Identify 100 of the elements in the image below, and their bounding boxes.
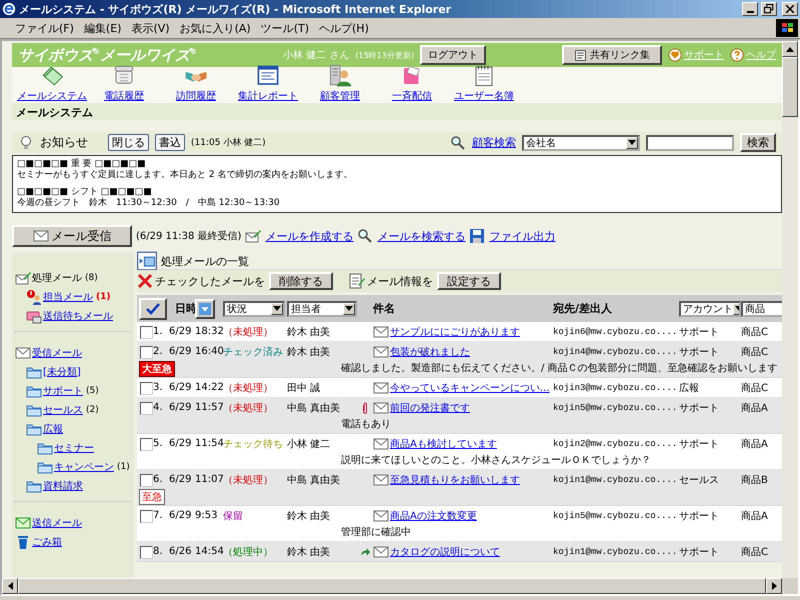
account-cell-text: サポート <box>679 326 720 340</box>
company-select[interactable]: 会社名 <box>522 134 640 150</box>
toolbar-label: チェックしたメールを <box>155 274 265 288</box>
assignee-cell-text: 中島 真由美 <box>287 402 342 416</box>
folder-link[interactable]: セールス <box>43 402 83 416</box>
subject-link[interactable]: 商品Aの注文数変更 <box>390 508 477 522</box>
address-cell-text: kojin2@mw.cybozu.co.... <box>553 438 678 450</box>
account-cell-text: サポート <box>679 546 720 560</box>
subject-link[interactable]: 至急見積もりをお願いします <box>390 472 520 486</box>
last-received: (6/29 11:38 最終受信) <box>136 230 242 243</box>
product-cell-text: 商品C <box>741 382 769 396</box>
address-cell-text: kojin1@mw.cybozu.co.... <box>553 546 678 558</box>
set-button[interactable]: 設定する <box>437 272 501 290</box>
menu-item[interactable]: ヘルプ(H) <box>314 20 374 36</box>
customer-search-link[interactable]: 顧客検索 <box>472 135 516 150</box>
folder-link[interactable]: サポート <box>43 384 83 398</box>
address-cell-text: kojin3@mw.cybozu.co.... <box>553 382 678 394</box>
row-checkbox[interactable] <box>140 382 153 395</box>
folder-link[interactable]: 資料請求 <box>43 478 83 492</box>
folder-link[interactable]: セミナー <box>54 440 94 454</box>
envelope-icon <box>32 228 48 244</box>
receive-mail-button[interactable]: メール受信 <box>12 225 132 247</box>
address-cell-text: kojin5@mw.cybozu.co.... <box>553 510 678 522</box>
restore-button[interactable] <box>761 2 777 16</box>
row-number: 3. <box>153 381 164 395</box>
scroll-right-button[interactable] <box>766 578 782 594</box>
scrollbar-thumb[interactable] <box>782 57 798 117</box>
report-icon <box>256 64 280 88</box>
folder-link[interactable]: [未分類] <box>43 364 81 378</box>
nav-link[interactable]: ユーザー名簿 <box>454 89 514 103</box>
priority-badge: 大至急 <box>139 361 175 377</box>
nav-link[interactable]: 訪問履歴 <box>176 89 216 103</box>
menu-item[interactable]: 表示(V) <box>126 20 175 36</box>
folder-link[interactable]: ごみ箱 <box>32 534 62 548</box>
nav-link[interactable]: メールシステム <box>17 89 87 103</box>
subject-link[interactable]: 商品Aも検討しています <box>390 436 497 450</box>
row-checkbox[interactable] <box>140 510 153 523</box>
product-filter[interactable]: 商品 <box>741 300 782 316</box>
folder-link[interactable]: キャンペーン <box>54 460 114 474</box>
subject-link[interactable]: 包装が破れました <box>390 344 470 358</box>
row-checkbox[interactable] <box>140 474 153 487</box>
minimize-button[interactable] <box>742 2 758 16</box>
mail-count: (2) <box>86 404 99 414</box>
logout-button[interactable]: ログアウト <box>420 45 486 65</box>
product-cell-text: 商品B <box>741 474 769 488</box>
folder-link[interactable]: 送信待ちメール <box>43 308 113 322</box>
shared-links-button[interactable]: 共有リンク集 <box>562 45 662 65</box>
trash-icon <box>15 534 31 550</box>
search-button[interactable]: 検索 <box>740 133 776 152</box>
menu-item[interactable]: ツール(T) <box>256 20 314 36</box>
compose-link[interactable]: メールを作成する <box>265 228 354 244</box>
folder-link[interactable]: 受信メール <box>32 346 82 360</box>
account-filter[interactable]: アカウント <box>679 300 741 316</box>
envelope-icon <box>373 344 389 360</box>
subject-link[interactable]: 今やっているキャンペーンについ... <box>390 380 550 394</box>
close-button[interactable] <box>782 2 798 16</box>
row-checkbox[interactable] <box>140 326 153 339</box>
vertical-scrollbar[interactable] <box>782 41 798 578</box>
subject-link[interactable]: サンプルににごりがあります <box>390 324 520 338</box>
scroll-left-button[interactable] <box>2 578 18 594</box>
time-cell-text: 11:07 <box>195 473 223 487</box>
folder-link[interactable]: 広報 <box>43 422 63 436</box>
row-number: 7. <box>153 509 164 523</box>
subject-link[interactable]: 前回の発注書です <box>390 400 470 414</box>
delete-button[interactable]: 削除する <box>269 272 333 290</box>
notice-text: セミナーがもうすぐ定員に達します。本日あと 2 名で締切の案内をお願いします。 <box>17 170 354 181</box>
close-notice-button[interactable]: 閉じる <box>108 134 149 151</box>
nav-link[interactable]: 顧客管理 <box>320 89 360 103</box>
nav-link[interactable]: 一斉配信 <box>392 89 432 103</box>
row-checkbox[interactable] <box>140 438 153 451</box>
subject-link[interactable]: カタログの説明について <box>390 544 500 558</box>
sort-button[interactable] <box>195 298 215 318</box>
envelopes-icon <box>40 64 64 88</box>
time-cell-text: 18:32 <box>195 325 223 339</box>
time-cell-text: 16:40 <box>195 345 223 359</box>
nav-link[interactable]: 電話履歴 <box>104 89 144 103</box>
folder-link[interactable]: 送信メール <box>32 516 82 530</box>
search-field[interactable] <box>646 134 734 150</box>
folder-link[interactable]: 担当メール <box>43 290 93 304</box>
product-cell-text: 商品C <box>741 326 769 340</box>
write-button[interactable]: 書込 <box>155 134 185 151</box>
user-name: 小林 健二 さん <box>283 48 350 62</box>
export-link[interactable]: ファイル出力 <box>489 228 556 244</box>
menu-item[interactable]: お気に入り(A) <box>174 20 256 36</box>
check-all-button[interactable] <box>139 298 167 320</box>
nav-link[interactable]: 集計レポート <box>238 89 298 103</box>
row-checkbox[interactable] <box>140 346 153 359</box>
scroll-up-button[interactable] <box>782 41 798 57</box>
row-checkbox[interactable] <box>140 546 153 559</box>
row-number: 6. <box>153 473 164 487</box>
mail-search-link[interactable]: メールを検索する <box>377 228 466 244</box>
assignee-filter[interactable]: 担当者 <box>287 300 357 316</box>
menu-item[interactable]: 編集(E) <box>78 20 126 36</box>
row-checkbox[interactable] <box>140 402 153 415</box>
menu-item[interactable]: ファイル(F) <box>10 20 79 36</box>
status-filter[interactable]: 状況 <box>223 300 285 316</box>
column-header: 宛先/差出人 <box>553 301 614 316</box>
mail-count: (1) <box>96 292 110 302</box>
memo-text: 説明に来てほしいとのこと。小林さんスケジュールＯＫでしょうか？ <box>341 454 652 468</box>
notice-text: 今週の昼シフト 鈴木 11:30～12:30 / 中島 12:30～13:30 <box>17 198 281 209</box>
